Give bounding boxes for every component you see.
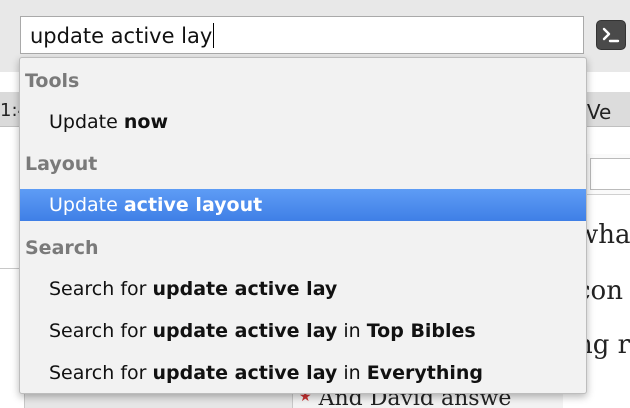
menu-item-search-in-everything[interactable]: Search for update active lay in Everythi… bbox=[20, 357, 586, 389]
item-bold: update active lay bbox=[152, 320, 338, 342]
item-bold-scope: Everything bbox=[366, 362, 483, 384]
command-suggestions-menu: Tools Update now Layout Update active la… bbox=[19, 57, 587, 394]
item-prefix: Search for bbox=[49, 278, 153, 300]
menu-item-update-now[interactable]: Update now bbox=[20, 106, 586, 138]
item-bold: update active lay bbox=[152, 362, 338, 384]
menu-item-search-for[interactable]: Search for update active lay bbox=[20, 273, 586, 305]
item-bold: now bbox=[123, 111, 168, 133]
item-prefix: Update bbox=[49, 111, 124, 133]
menu-item-update-active-layout[interactable]: Update active layout bbox=[20, 189, 586, 221]
item-middle: in bbox=[337, 320, 367, 342]
right-pane-field[interactable] bbox=[590, 158, 630, 190]
terminal-icon bbox=[602, 27, 620, 43]
command-search-input[interactable]: update active lay bbox=[20, 16, 584, 54]
item-bold-scope: Top Bibles bbox=[366, 320, 476, 342]
menu-item-search-in-top-bibles[interactable]: Search for update active lay in Top Bibl… bbox=[20, 315, 586, 347]
item-prefix: Search for bbox=[49, 362, 153, 384]
item-bold: active layout bbox=[123, 194, 263, 216]
item-prefix: Update bbox=[49, 194, 124, 216]
command-query-text: update active lay bbox=[30, 24, 213, 48]
group-header-tools: Tools bbox=[25, 70, 80, 92]
item-bold: update active lay bbox=[152, 278, 338, 300]
text-caret bbox=[213, 23, 215, 48]
app-window: update active lay 1:4 rd Ve wha con ng r… bbox=[0, 0, 630, 408]
group-header-layout: Layout bbox=[25, 153, 98, 175]
group-header-search: Search bbox=[25, 237, 99, 259]
terminal-button[interactable] bbox=[596, 20, 626, 50]
item-middle: in bbox=[337, 362, 367, 384]
item-prefix: Search for bbox=[49, 320, 153, 342]
